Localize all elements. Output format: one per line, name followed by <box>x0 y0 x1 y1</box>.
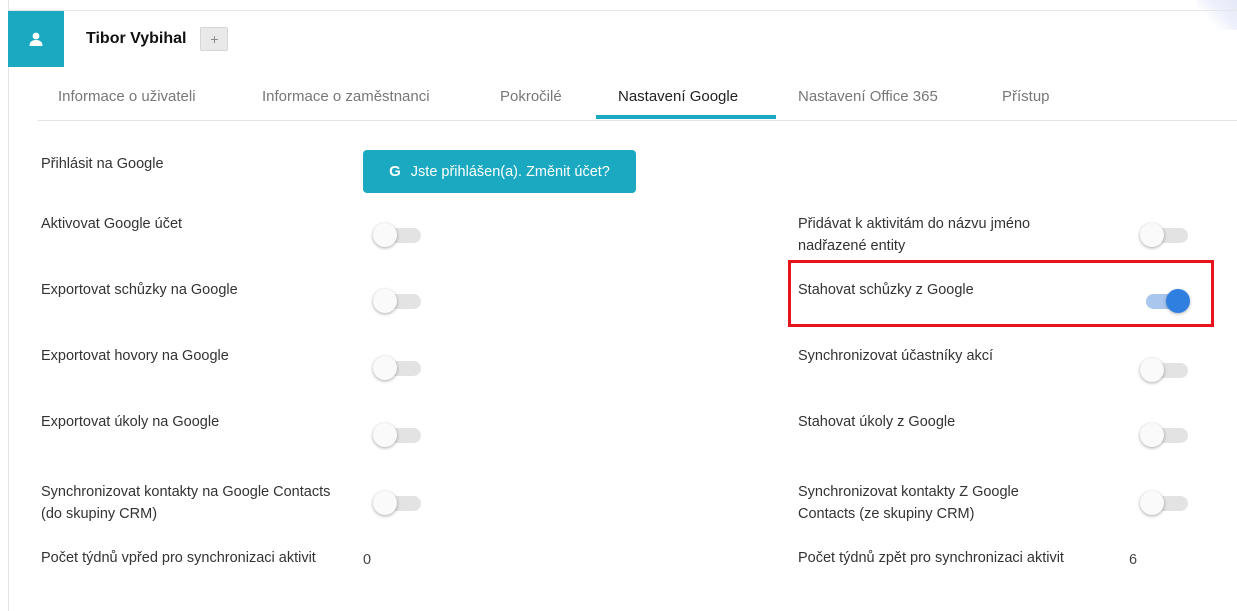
toggle-thumb <box>1140 223 1164 247</box>
tab-access[interactable]: Přístup <box>1002 75 1050 119</box>
setting-label-export-calls: Exportovat hovory na Google <box>41 348 229 364</box>
left-frame <box>0 0 9 611</box>
toggle-activate-account[interactable] <box>373 223 421 247</box>
setting-label-activate-account: Aktivovat Google účet <box>41 216 183 232</box>
toggle-thumb <box>1140 423 1164 447</box>
toggle-thumb <box>373 289 397 313</box>
google-account-button-label: Jste přihlášen(a). Změnit účet? <box>410 163 610 180</box>
setting-label-sync-attendees: Synchronizovat účastníky akcí <box>798 348 994 364</box>
toggle-export-calls[interactable] <box>373 356 421 380</box>
weeks-forward-value[interactable]: 0 <box>363 552 371 568</box>
setting-label-sync-contacts-from-google: Synchronizovat kontakty Z Google Contact… <box>798 484 1019 522</box>
toggle-thumb <box>1140 491 1164 515</box>
toggle-sync-attendees[interactable] <box>1140 358 1188 382</box>
weeks-back-value[interactable]: 6 <box>1129 552 1137 568</box>
toggle-thumb <box>373 423 397 447</box>
add-button[interactable]: + <box>200 27 229 51</box>
setting-label-download-tasks: Stahovat úkoly z Google <box>798 414 956 430</box>
toggle-thumb <box>373 223 397 247</box>
active-tab-indicator <box>596 115 776 119</box>
toggle-sync-contacts-to-google[interactable] <box>373 491 421 515</box>
tab-user-info[interactable]: Informace o uživateli <box>58 75 196 119</box>
user-name: Tibor Vybihal <box>86 30 187 47</box>
toggle-add-parent-entity-name[interactable] <box>1140 223 1188 247</box>
setting-label-export-tasks: Exportovat úkoly na Google <box>41 414 220 430</box>
tab-google-settings[interactable]: Nastavení Google <box>618 75 738 119</box>
tab-employee-info[interactable]: Informace o zaměstnanci <box>262 75 430 119</box>
setting-label-weeks-back: Počet týdnů zpět pro synchronizaci aktiv… <box>798 550 1064 566</box>
user-icon <box>29 32 43 46</box>
toggle-thumb <box>373 491 397 515</box>
google-account-button[interactable]: G Jste přihlášen(a). Změnit účet? <box>363 150 636 193</box>
setting-label-sync-contacts-to-google: Synchronizovat kontakty na Google Contac… <box>41 484 331 522</box>
toggle-thumb <box>373 356 397 380</box>
tab-office365-settings[interactable]: Nastavení Office 365 <box>798 75 938 119</box>
toggle-download-tasks[interactable] <box>1140 423 1188 447</box>
toggle-export-meetings[interactable] <box>373 289 421 313</box>
toggle-export-tasks[interactable] <box>373 423 421 447</box>
setting-label-add-parent-entity-name: Přidávat k aktivitám do názvu jméno nadř… <box>798 216 1031 254</box>
toggle-sync-contacts-from-google[interactable] <box>1140 491 1188 515</box>
google-icon: G <box>389 163 401 180</box>
user-header: Tibor Vybihal + <box>8 11 1237 67</box>
google-login-label: Přihlásit na Google <box>41 156 164 172</box>
toggle-thumb <box>1140 358 1164 382</box>
tab-advanced[interactable]: Pokročilé <box>500 75 562 119</box>
setting-label-export-meetings: Exportovat schůzky na Google <box>41 282 238 298</box>
setting-label-weeks-forward: Počet týdnů vpřed pro synchronizaci akti… <box>41 550 316 566</box>
avatar <box>8 11 64 67</box>
highlight-box <box>788 260 1214 327</box>
